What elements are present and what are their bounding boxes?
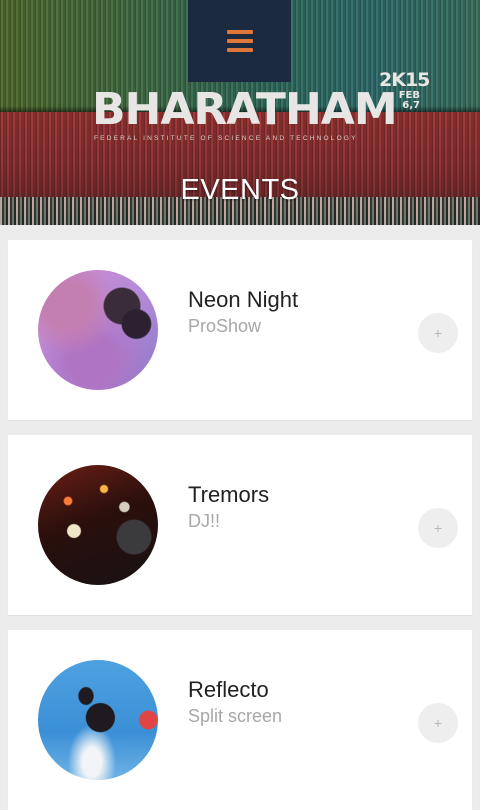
plus-icon: + [433, 520, 443, 536]
event-card[interactable]: Reflecto Split screen + [8, 630, 472, 810]
plus-icon: + [433, 715, 443, 731]
event-category: Split screen [188, 706, 283, 726]
menu-button[interactable] [188, 0, 291, 82]
event-category: ProShow [188, 316, 262, 336]
plus-icon: + [433, 325, 443, 341]
festival-logo: BHARATHAM FEDERAL INSTITUTE OF SCIENCE A… [92, 86, 422, 146]
event-category: DJ!! [188, 511, 221, 531]
event-card[interactable]: Neon Night ProShow + [8, 240, 472, 420]
add-event-button[interactable]: + [418, 703, 458, 743]
logo-name: BHARATHAM [92, 84, 398, 135]
logo-date-days: 6,7 [402, 100, 420, 111]
add-event-button[interactable]: + [418, 313, 458, 353]
add-event-button[interactable]: + [418, 508, 458, 548]
event-name: Reflecto [188, 677, 269, 702]
logo-year: 2K15 [379, 69, 430, 91]
event-name: Neon Night [188, 287, 299, 312]
event-name: Tremors [188, 482, 270, 507]
header-banner: BHARATHAM FEDERAL INSTITUTE OF SCIENCE A… [0, 0, 480, 225]
event-thumbnail-dj [38, 465, 158, 585]
logo-tagline: FEDERAL INSTITUTE OF SCIENCE AND TECHNOL… [94, 135, 358, 142]
page-title: EVENTS [180, 174, 300, 206]
event-thumbnail-dancer [38, 660, 158, 780]
logo-date: FEB 6,7 [398, 91, 420, 111]
event-thumbnail-singer [38, 270, 158, 390]
hamburger-menu-icon [226, 30, 253, 52]
event-card[interactable]: Tremors DJ!! + [8, 435, 472, 615]
